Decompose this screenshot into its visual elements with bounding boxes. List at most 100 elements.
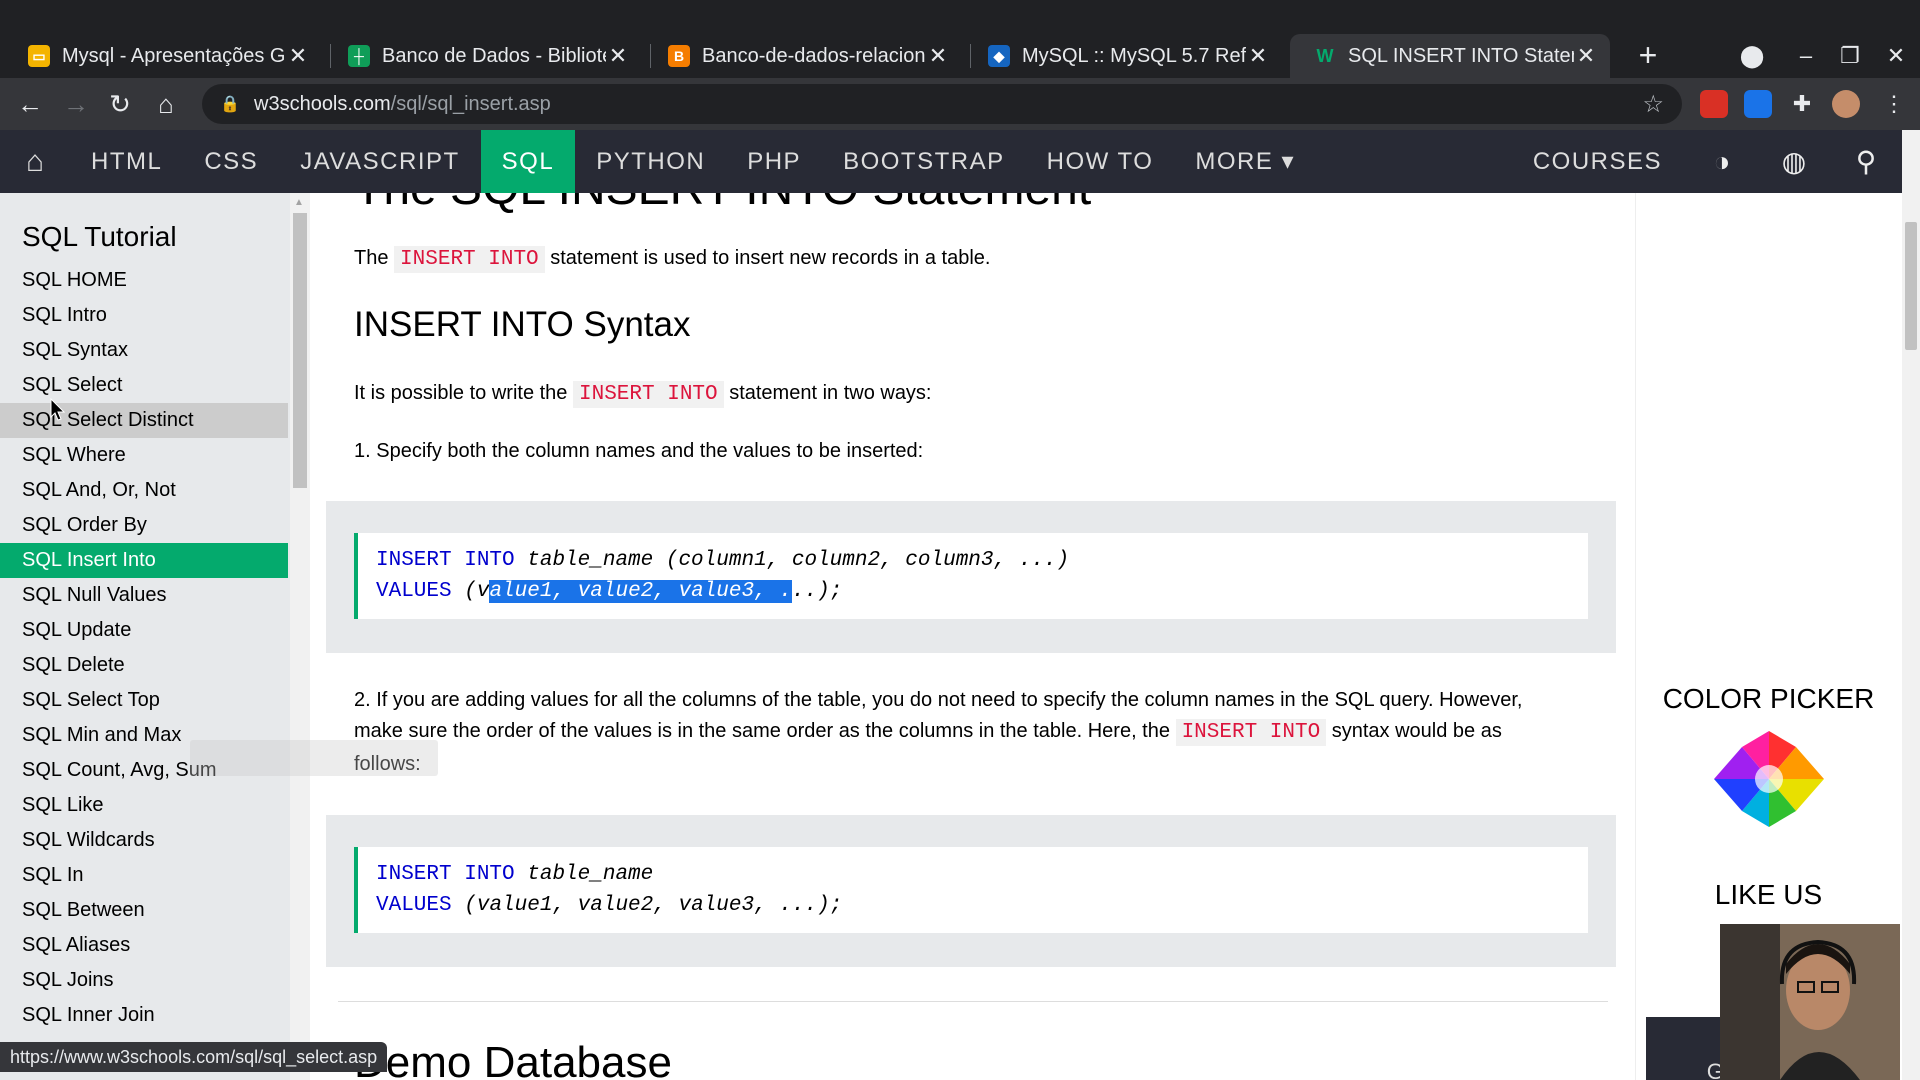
- mouse-cursor-icon: [50, 398, 66, 421]
- menu-kebab-icon[interactable]: ⋮: [1880, 90, 1908, 118]
- browser-tab[interactable]: ┼ Banco de Dados - Bibliotec ✕: [324, 34, 642, 78]
- sidebar-item-sql-aliases[interactable]: SQL Aliases: [0, 928, 288, 963]
- color-wheel-icon[interactable]: [1714, 731, 1824, 827]
- sidebar-item-sql-insert-into[interactable]: SQL Insert Into: [0, 543, 288, 578]
- sidebar-item-sql-order-by[interactable]: SQL Order By: [0, 508, 288, 543]
- nav-html[interactable]: HTML: [70, 130, 183, 193]
- code-block[interactable]: INSERT INTO table_name VALUES (value1, v…: [354, 847, 1588, 933]
- forward-icon[interactable]: →: [56, 84, 96, 124]
- code-text: table_name: [527, 863, 654, 886]
- sidebar-item-sql-where[interactable]: SQL Where: [0, 438, 288, 473]
- sidebar-item-sql-intro[interactable]: SQL Intro: [0, 298, 288, 333]
- tab-title: Mysql - Apresentações Goog: [62, 44, 286, 67]
- browser-tab[interactable]: ◆ MySQL :: MySQL 5.7 Referenc ✕: [964, 34, 1282, 78]
- minimize-icon[interactable]: –: [1786, 36, 1826, 76]
- browser-toolbar: ← → ↻ ⌂ 🔒 w3schools.com/sql/sql_insert.a…: [0, 78, 1920, 130]
- link-status-bar: https://www.w3schools.com/sql/sql_select…: [0, 1042, 388, 1072]
- nav-css[interactable]: CSS: [183, 130, 279, 193]
- nav-javascript[interactable]: JAVASCRIPT: [279, 130, 480, 193]
- sidebar-item-sql-between[interactable]: SQL Between: [0, 893, 288, 928]
- sql-keyword: VALUES: [376, 580, 452, 603]
- sql-keyword: INSERT INTO: [376, 863, 515, 886]
- sidebar-title: SQL Tutorial: [22, 221, 177, 252]
- page-scroll-thumb[interactable]: [1905, 222, 1917, 350]
- close-window-icon[interactable]: ✕: [1876, 36, 1916, 76]
- nav-right-group: COURSES ◑ ◍ ⚲: [1509, 130, 1902, 193]
- sidebar-item-sql-syntax[interactable]: SQL Syntax: [0, 333, 288, 368]
- nav-php[interactable]: PHP: [726, 130, 822, 193]
- bookmark-star-icon[interactable]: ☆: [1642, 90, 1664, 119]
- home-icon[interactable]: ⌂: [0, 130, 70, 193]
- search-icon[interactable]: ⚲: [1830, 130, 1902, 193]
- sidebar-item-sql-in[interactable]: SQL In: [0, 858, 288, 893]
- text: syntax would be as: [1331, 720, 1502, 742]
- sidebar-item-sql-and-or-not[interactable]: SQL And, Or, Not: [0, 473, 288, 508]
- close-tab-icon[interactable]: ✕: [286, 43, 310, 69]
- inline-code: INSERT INTO: [394, 246, 545, 273]
- like-us-title: LIKE US: [1714, 879, 1823, 910]
- sidebar-item-sql-home[interactable]: SQL HOME: [0, 263, 288, 298]
- sidebar-item-sql-inner-join[interactable]: SQL Inner Join: [0, 998, 288, 1033]
- sidebar-item-sql-delete[interactable]: SQL Delete: [0, 648, 288, 683]
- lock-icon: 🔒: [220, 96, 240, 113]
- main-content: The SQL INSERT INTO Statement The INSERT…: [310, 193, 1635, 1080]
- blogger-icon: B: [668, 45, 690, 67]
- sheets-icon: ┼: [348, 45, 370, 67]
- home-icon[interactable]: ⌂: [146, 84, 186, 124]
- close-tab-icon[interactable]: ✕: [926, 43, 950, 69]
- code-line: VALUES (value1, value2, value3, ...);: [376, 890, 1588, 921]
- browser-tab-active[interactable]: W SQL INSERT INTO Statement ✕: [1290, 34, 1610, 78]
- sidebar-item-sql-select-top[interactable]: SQL Select Top: [0, 683, 288, 718]
- sidebar-item-sql-wildcards[interactable]: SQL Wildcards: [0, 823, 288, 858]
- code-example-1: INSERT INTO table_name (column1, column2…: [326, 501, 1616, 653]
- sidebar-item-sql-joins[interactable]: SQL Joins: [0, 963, 288, 998]
- code-block[interactable]: INSERT INTO table_name (column1, column2…: [354, 533, 1588, 619]
- scroll-up-arrow-icon[interactable]: ▲: [294, 197, 304, 208]
- browser-tab[interactable]: B Banco-de-dados-relaciona ✕: [644, 34, 962, 78]
- text: The: [354, 247, 389, 269]
- reload-icon[interactable]: ↻: [100, 84, 140, 124]
- puzzle-icon[interactable]: ✚: [1788, 90, 1816, 118]
- faded-tooltip: [190, 740, 438, 776]
- w3schools-icon: W: [1316, 45, 1334, 66]
- nav-bootstrap[interactable]: BOOTSTRAP: [822, 130, 1026, 193]
- sidebar-item-sql-like[interactable]: SQL Like: [0, 788, 288, 823]
- close-tab-icon[interactable]: ✕: [606, 43, 630, 69]
- globe-icon[interactable]: ◍: [1758, 130, 1830, 193]
- nav-more[interactable]: MORE ▾: [1174, 130, 1316, 193]
- close-tab-icon[interactable]: ✕: [1574, 43, 1598, 69]
- slides-icon: ▭: [28, 45, 50, 67]
- nav-python[interactable]: PYTHON: [575, 130, 726, 193]
- step2-line-2: make sure the order of the values is in …: [354, 716, 1502, 748]
- sidebar-item-sql-update[interactable]: SQL Update: [0, 613, 288, 648]
- restore-icon[interactable]: ❐: [1830, 36, 1870, 76]
- color-picker-title: COLOR PICKER: [1662, 683, 1875, 714]
- sidebar-item-sql-select-distinct[interactable]: SQL Select Distinct: [0, 403, 288, 438]
- close-tab-icon[interactable]: ✕: [1246, 43, 1270, 69]
- nav-sql[interactable]: SQL: [480, 130, 576, 193]
- text: statement is used to insert new records …: [550, 247, 991, 269]
- address-bar[interactable]: 🔒 w3schools.com/sql/sql_insert.asp ☆: [202, 84, 1682, 124]
- sidebar-scroll-thumb[interactable]: [293, 213, 307, 488]
- ways-paragraph: It is possible to write the INSERT INTO …: [354, 378, 932, 410]
- section-heading: Demo Database: [354, 1038, 672, 1080]
- url-text: w3schools.com/sql/sql_insert.asp: [254, 93, 551, 116]
- selected-text[interactable]: alue1, value2, value3, .: [489, 580, 792, 603]
- nav-howto[interactable]: HOW TO: [1026, 130, 1175, 193]
- code-line: INSERT INTO table_name: [376, 859, 1588, 890]
- mysql-icon: ◆: [988, 45, 1010, 67]
- browser-tab[interactable]: ▭ Mysql - Apresentações Goog ✕: [4, 34, 322, 78]
- code-example-2: INSERT INTO table_name VALUES (value1, v…: [326, 815, 1616, 967]
- nav-courses[interactable]: COURSES: [1509, 130, 1686, 193]
- back-icon[interactable]: ←: [10, 84, 50, 124]
- new-tab-button[interactable]: +: [1628, 36, 1668, 76]
- extension-icon[interactable]: [1744, 90, 1772, 118]
- profile-avatar[interactable]: [1832, 90, 1860, 118]
- tab-title: Banco de Dados - Bibliotec: [382, 44, 606, 67]
- sidebar-item-sql-null-values[interactable]: SQL Null Values: [0, 578, 288, 613]
- extension-icon[interactable]: [1700, 90, 1728, 118]
- tab-search-icon[interactable]: ⬤: [1732, 36, 1772, 76]
- text: statement in two ways:: [729, 382, 932, 404]
- sidebar-item-sql-select[interactable]: SQL Select: [0, 368, 288, 403]
- contrast-icon[interactable]: ◑: [1686, 130, 1758, 193]
